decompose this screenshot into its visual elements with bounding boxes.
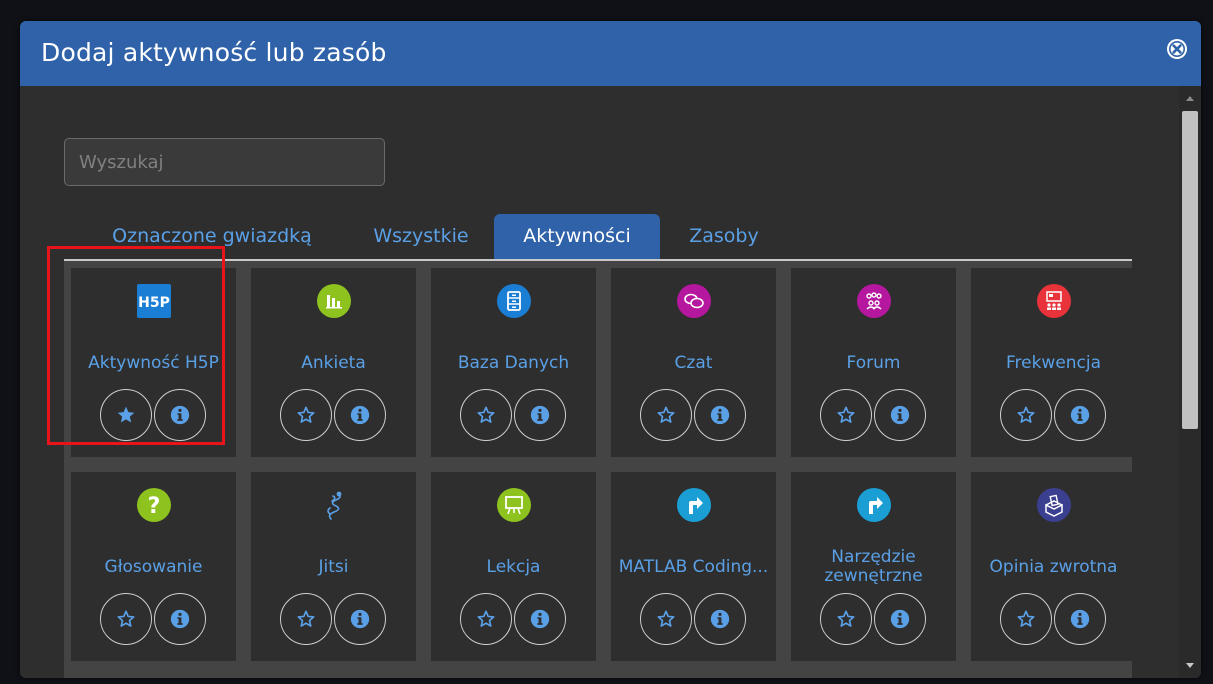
database-icon — [496, 284, 531, 318]
star-outline-icon[interactable] — [639, 593, 692, 645]
module-label[interactable]: Baza Danych — [431, 338, 596, 388]
module-item[interactable]: Forum — [791, 268, 956, 457]
info-icon[interactable] — [693, 389, 746, 441]
module-actions — [639, 593, 748, 645]
module-item[interactable]: Lekcja — [431, 472, 596, 661]
star-filled-icon[interactable] — [99, 389, 152, 441]
external-arrow-icon — [676, 488, 711, 522]
tab-resources[interactable]: Zasoby — [674, 214, 774, 259]
module-actions — [999, 593, 1108, 645]
module-label[interactable]: MATLAB Coding... — [611, 542, 776, 592]
info-icon[interactable] — [1053, 389, 1106, 441]
attendance-icon — [1036, 284, 1071, 318]
h5p-icon: H5P — [136, 284, 171, 318]
info-icon[interactable] — [333, 593, 386, 645]
module-label[interactable]: Lekcja — [431, 542, 596, 592]
modal-header: Dodaj aktywność lub zasób — [20, 21, 1201, 86]
scroll-thumb[interactable] — [1182, 111, 1198, 429]
close-icon[interactable] — [1165, 37, 1189, 61]
scroll-down-arrow-icon[interactable] — [1179, 657, 1201, 675]
info-icon[interactable] — [1053, 593, 1106, 645]
jitsi-icon — [317, 488, 351, 522]
modal-body: Oznaczone gwiazdką Wszystkie Aktywności … — [20, 86, 1201, 678]
module-item[interactable]: Frekwencja — [971, 268, 1136, 457]
module-label[interactable]: Frekwencja — [971, 338, 1136, 388]
module-item[interactable]: Ankieta — [251, 268, 416, 457]
star-outline-icon[interactable] — [639, 389, 692, 441]
module-item[interactable]: Opinia zwrotna — [971, 472, 1136, 661]
module-actions — [819, 389, 928, 441]
module-item[interactable]: Czat — [611, 268, 776, 457]
scroll-up-arrow-icon[interactable] — [1179, 89, 1201, 107]
module-actions — [819, 593, 928, 645]
star-outline-icon[interactable] — [999, 389, 1052, 441]
feedback-box-icon — [1036, 488, 1071, 522]
module-label[interactable]: Głosowanie — [71, 542, 236, 592]
scrollbar[interactable] — [1179, 86, 1201, 678]
add-activity-modal: Dodaj aktywność lub zasób Oznaczone gwia… — [20, 21, 1201, 678]
star-outline-icon[interactable] — [999, 593, 1052, 645]
module-label[interactable]: Jitsi — [251, 542, 416, 592]
star-outline-icon[interactable] — [459, 593, 512, 645]
info-icon[interactable] — [153, 389, 206, 441]
tab-all[interactable]: Wszystkie — [360, 214, 482, 259]
module-label[interactable]: Czat — [611, 338, 776, 388]
star-outline-icon[interactable] — [279, 593, 332, 645]
chat-bubbles-icon — [676, 284, 711, 318]
module-actions — [999, 389, 1108, 441]
tab-starred[interactable]: Oznaczone gwiazdką — [88, 214, 336, 259]
module-item[interactable]: H5P Aktywność H5P — [71, 268, 236, 457]
info-icon[interactable] — [693, 593, 746, 645]
module-actions — [279, 593, 388, 645]
module-actions — [99, 593, 208, 645]
star-outline-icon[interactable] — [99, 593, 152, 645]
question-mark-icon: ? — [136, 488, 171, 522]
svg-text:?: ? — [147, 494, 160, 519]
svg-text:H5P: H5P — [138, 295, 170, 311]
module-label[interactable]: Narzędzie zewnętrzne — [791, 542, 956, 592]
star-outline-icon[interactable] — [459, 389, 512, 441]
people-group-icon — [856, 284, 891, 318]
module-item[interactable]: ? Głosowanie — [71, 472, 236, 661]
module-actions — [639, 389, 748, 441]
star-outline-icon[interactable] — [279, 389, 332, 441]
external-arrow-icon — [856, 488, 891, 522]
module-actions — [459, 593, 568, 645]
module-label[interactable]: Opinia zwrotna — [971, 542, 1136, 592]
star-outline-icon[interactable] — [819, 593, 872, 645]
info-icon[interactable] — [513, 389, 566, 441]
module-actions — [459, 389, 568, 441]
info-icon[interactable] — [513, 593, 566, 645]
search-input[interactable] — [64, 138, 385, 186]
info-icon[interactable] — [153, 593, 206, 645]
module-actions — [279, 389, 388, 441]
module-label[interactable]: Aktywność H5P — [71, 338, 236, 388]
module-label[interactable]: Ankieta — [251, 338, 416, 388]
info-icon[interactable] — [873, 389, 926, 441]
presentation-board-icon — [496, 488, 531, 522]
module-item[interactable]: MATLAB Coding... — [611, 472, 776, 661]
tab-activities[interactable]: Aktywności — [494, 214, 660, 259]
chart-bars-icon — [316, 284, 351, 318]
star-outline-icon[interactable] — [819, 389, 872, 441]
module-item[interactable]: Jitsi — [251, 472, 416, 661]
tab-bar: Oznaczone gwiazdką Wszystkie Aktywności … — [64, 214, 1132, 261]
module-item[interactable]: Baza Danych — [431, 268, 596, 457]
module-label[interactable]: Forum — [791, 338, 956, 388]
module-actions — [99, 389, 208, 441]
module-item[interactable]: Narzędzie zewnętrzne — [791, 472, 956, 661]
module-grid: H5P Aktywność H5P Ankieta Baza Danych Czat Fo… — [64, 261, 1136, 678]
info-icon[interactable] — [333, 389, 386, 441]
info-icon[interactable] — [873, 593, 926, 645]
modal-title: Dodaj aktywność lub zasób — [41, 38, 387, 67]
